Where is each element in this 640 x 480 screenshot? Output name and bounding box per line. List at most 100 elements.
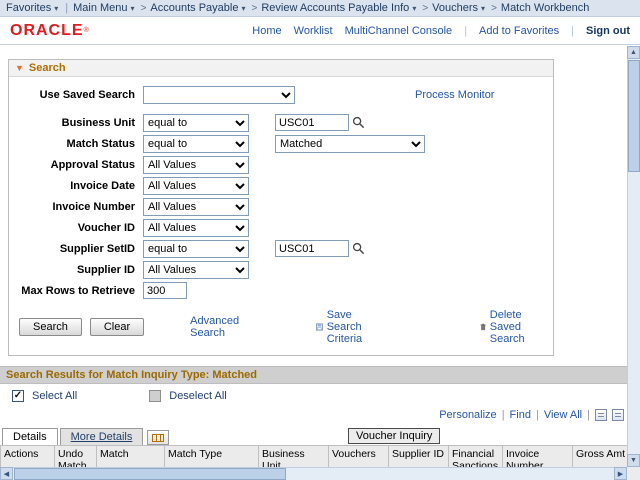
supplier-setid-input[interactable] (275, 240, 349, 257)
process-monitor-link[interactable]: Process Monitor (415, 89, 494, 101)
supplier-id-label: Supplier ID (13, 264, 135, 276)
save-search-criteria-link[interactable]: Save Search Criteria (327, 309, 385, 345)
horizontal-scrollbar[interactable]: ◀ ▶ (0, 467, 627, 480)
form-row-use-saved-search: Use Saved Search Process Monitor (13, 85, 549, 104)
separator: | (571, 25, 574, 37)
invoice-number-label: Invoice Number (13, 201, 135, 213)
match-status-label: Match Status (13, 138, 135, 150)
breadcrumb: Favorites▾ | Main Menu▾ > Accounts Payab… (0, 0, 640, 17)
chevron-down-icon: ▾ (241, 4, 245, 13)
search-form: Use Saved Search Process Monitor Busines… (9, 77, 553, 355)
save-icon (316, 321, 323, 333)
show-all-columns-button[interactable] (147, 430, 169, 445)
voucher-inquiry-tooltip: Voucher Inquiry (348, 428, 440, 444)
header-links: Home Worklist MultiChannel Console | Add… (252, 25, 630, 37)
separator: | (587, 409, 590, 421)
tab-details[interactable]: Details (2, 428, 58, 445)
invoice-number-select[interactable]: All Values (143, 198, 249, 216)
breadcrumb-review-ap-info[interactable]: Review Accounts Payable Info (261, 2, 409, 14)
download-grid-icon[interactable] (595, 409, 607, 421)
supplier-setid-label: Supplier SetID (13, 243, 135, 255)
check-icon: ✓ (14, 391, 22, 401)
registered-mark: ® (84, 27, 89, 34)
invoice-date-label: Invoice Date (13, 180, 135, 192)
business-unit-label: Business Unit (13, 117, 135, 129)
approval-status-label: Approval Status (13, 159, 135, 171)
form-row-business-unit: Business Unit equal to (13, 113, 549, 132)
voucher-id-select[interactable]: All Values (143, 219, 249, 237)
invoice-date-select[interactable]: All Values (143, 177, 249, 195)
scroll-left-icon[interactable]: ◀ (0, 467, 13, 480)
match-status-operator-select[interactable]: equal to (143, 135, 249, 153)
save-search-criteria[interactable]: Save Search Criteria (316, 309, 385, 345)
view-all-link[interactable]: View All (544, 409, 582, 421)
match-workbench-page: Favorites▾ | Main Menu▾ > Accounts Payab… (0, 0, 640, 480)
max-rows-label: Max Rows to Retrieve (13, 285, 135, 297)
separator: | (464, 25, 467, 37)
max-rows-input[interactable] (143, 282, 187, 299)
page-header: ORACLE® Home Worklist MultiChannel Conso… (0, 17, 640, 45)
chevron-down-icon: ▾ (131, 4, 135, 13)
oracle-logo: ORACLE (10, 22, 84, 40)
breadcrumb-vouchers[interactable]: Vouchers (432, 2, 478, 14)
find-link[interactable]: Find (510, 409, 531, 421)
vertical-scrollbar[interactable]: ▲ ▼ (627, 46, 640, 467)
favorites-menu[interactable]: Favorites (6, 2, 51, 14)
search-section-title: Search (29, 62, 66, 74)
search-button[interactable]: Search (19, 318, 82, 336)
breadcrumb-separator: > (141, 3, 147, 14)
business-unit-input[interactable] (275, 114, 349, 131)
results-section-title: Search Results for Match Inquiry Type: M… (0, 366, 628, 384)
chevron-down-icon: ▾ (54, 4, 58, 13)
select-all-checkbox[interactable]: ✓ (12, 390, 24, 402)
grid-tabs: Details More Details (2, 426, 640, 445)
search-actions-row: Search Clear Advanced Search Save Search… (19, 309, 549, 345)
multichannel-console-link[interactable]: MultiChannel Console (345, 25, 453, 37)
deselect-all-checkbox[interactable] (149, 390, 161, 402)
supplier-setid-operator-select[interactable]: equal to (143, 240, 249, 258)
advanced-search-link[interactable]: Advanced Search (190, 315, 241, 339)
grid-icon (152, 434, 164, 442)
tab-more-details[interactable]: More Details (60, 428, 144, 445)
form-row-match-status: Match Status equal to Matched (13, 134, 549, 153)
scrollbar-corner (627, 467, 640, 480)
select-controls-top: ✓ Select All Deselect All (0, 384, 628, 407)
delete-saved-search-link[interactable]: Delete Saved Search (490, 309, 549, 345)
use-saved-search-select[interactable] (143, 86, 295, 104)
main-menu[interactable]: Main Menu (73, 2, 127, 14)
deselect-all-label[interactable]: Deselect All (169, 390, 226, 402)
form-row-max-rows: Max Rows to Retrieve (13, 281, 549, 300)
form-row-supplier-setid: Supplier SetID equal to (13, 239, 549, 258)
collapse-section-icon[interactable]: ▼ (15, 63, 24, 73)
zoom-grid-icon[interactable] (612, 409, 624, 421)
worklist-link[interactable]: Worklist (294, 25, 333, 37)
supplier-id-select[interactable]: All Values (143, 261, 249, 279)
grid-toolbar: Personalize | Find | View All | (0, 407, 628, 424)
form-row-approval-status: Approval Status All Values (13, 155, 549, 174)
business-unit-operator-select[interactable]: equal to (143, 114, 249, 132)
approval-status-select[interactable]: All Values (143, 156, 249, 174)
form-row-invoice-number: Invoice Number All Values (13, 197, 549, 216)
search-section-header: ▼ Search (9, 60, 553, 77)
clear-button[interactable]: Clear (90, 318, 144, 336)
scroll-up-icon[interactable]: ▲ (627, 46, 640, 59)
supplier-setid-lookup-icon[interactable] (352, 242, 365, 255)
form-row-invoice-date: Invoice Date All Values (13, 176, 549, 195)
match-status-value-select[interactable]: Matched (275, 135, 425, 153)
breadcrumb-match-workbench[interactable]: Match Workbench (501, 2, 589, 14)
horizontal-scrollbar-thumb[interactable] (14, 468, 286, 480)
home-link[interactable]: Home (252, 25, 281, 37)
chevron-down-icon: ▾ (412, 4, 416, 13)
breadcrumb-separator: > (251, 3, 257, 14)
business-unit-lookup-icon[interactable] (352, 116, 365, 129)
separator: | (502, 409, 505, 421)
breadcrumb-accounts-payable[interactable]: Accounts Payable (150, 2, 238, 14)
scroll-down-icon[interactable]: ▼ (627, 454, 640, 467)
select-all-label[interactable]: Select All (32, 390, 77, 402)
sign-out-link[interactable]: Sign out (586, 25, 630, 37)
delete-saved-search[interactable]: Delete Saved Search (480, 309, 549, 345)
scroll-right-icon[interactable]: ▶ (614, 467, 627, 480)
personalize-link[interactable]: Personalize (439, 409, 496, 421)
vertical-scrollbar-thumb[interactable] (628, 60, 640, 172)
add-to-favorites-link[interactable]: Add to Favorites (479, 25, 559, 37)
